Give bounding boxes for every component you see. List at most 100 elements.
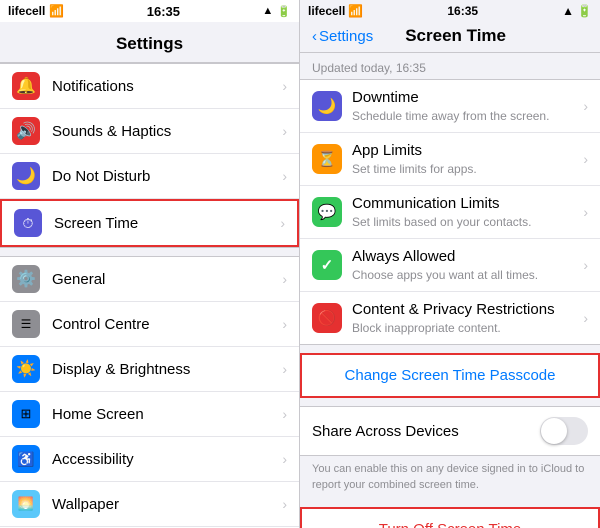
accessibility-label: Accessibility: [52, 451, 282, 468]
right-carrier-text: lifecell: [308, 4, 345, 18]
right-row-always-allowed[interactable]: ✓ Always Allowed Choose apps you want at…: [300, 239, 600, 292]
communication-limits-chevron-icon: ›: [583, 204, 588, 220]
change-passcode-label: Change Screen Time Passcode: [345, 367, 556, 384]
wallpaper-label: Wallpaper: [52, 496, 282, 513]
sidebar-item-home-screen[interactable]: ⊞ Home Screen ›: [0, 392, 299, 437]
left-settings-list: 🔔 Notifications › 🔊 Sounds & Haptics › 🌙…: [0, 63, 299, 528]
right-row-communication-limits[interactable]: 💬 Communication Limits Set limits based …: [300, 186, 600, 239]
right-row-app-limits[interactable]: ⏳ App Limits Set time limits for apps. ›: [300, 133, 600, 186]
do-not-disturb-label: Do Not Disturb: [52, 168, 282, 185]
dnd-chevron-icon: ›: [282, 168, 287, 184]
turn-off-row[interactable]: Turn Off Screen Time: [300, 507, 600, 528]
general-chevron-icon: ›: [282, 271, 287, 287]
home-screen-chevron-icon: ›: [282, 406, 287, 422]
right-row-downtime[interactable]: 🌙 Downtime Schedule time away from the s…: [300, 80, 600, 133]
right-status-bar: lifecell 📶 16:35 ▲ 🔋: [300, 0, 600, 22]
wallpaper-icon: 🌅: [12, 490, 40, 518]
left-battery-icon: 🔋: [277, 5, 291, 18]
divider-1: [300, 398, 600, 406]
left-page-title: Settings: [0, 30, 299, 58]
downtime-title: Downtime: [352, 88, 583, 108]
general-icon: ⚙️: [12, 265, 40, 293]
control-centre-label: Control Centre: [52, 316, 282, 333]
sounds-icon: 🔊: [12, 117, 40, 145]
sounds-chevron-icon: ›: [282, 123, 287, 139]
display-chevron-icon: ›: [282, 361, 287, 377]
communication-limits-text: Communication Limits Set limits based on…: [352, 194, 583, 230]
sidebar-item-display-brightness[interactable]: ☀️ Display & Brightness ›: [0, 347, 299, 392]
communication-limits-subtitle: Set limits based on your contacts.: [352, 215, 583, 231]
screen-time-chevron-icon: ›: [280, 215, 285, 231]
notifications-icon: 🔔: [12, 72, 40, 100]
sidebar-item-wallpaper[interactable]: 🌅 Wallpaper ›: [0, 482, 299, 527]
sidebar-item-control-centre[interactable]: ☰ Control Centre ›: [0, 302, 299, 347]
content-privacy-text: Content & Privacy Restrictions Block ina…: [352, 300, 583, 336]
share-toggle[interactable]: [540, 417, 588, 445]
sidebar-item-accessibility[interactable]: ♿ Accessibility ›: [0, 437, 299, 482]
control-centre-chevron-icon: ›: [282, 316, 287, 332]
right-panel: lifecell 📶 16:35 ▲ 🔋 ‹ Settings Screen T…: [300, 0, 600, 528]
left-section-1: 🔔 Notifications › 🔊 Sounds & Haptics › 🌙…: [0, 63, 299, 248]
content-privacy-title: Content & Privacy Restrictions: [352, 300, 583, 320]
app-limits-icon: ⏳: [312, 144, 342, 174]
back-chevron-icon: ‹: [312, 28, 317, 45]
app-limits-chevron-icon: ›: [583, 151, 588, 167]
always-allowed-subtitle: Choose apps you want at all times.: [352, 268, 583, 284]
left-time: 16:35: [147, 4, 180, 19]
app-limits-text: App Limits Set time limits for apps.: [352, 141, 583, 177]
always-allowed-text: Always Allowed Choose apps you want at a…: [352, 247, 583, 283]
accessibility-icon: ♿: [12, 445, 40, 473]
do-not-disturb-icon: 🌙: [12, 162, 40, 190]
app-limits-subtitle: Set time limits for apps.: [352, 162, 583, 178]
share-row: Share Across Devices: [300, 406, 600, 456]
left-status-left: lifecell 📶: [8, 4, 64, 18]
sidebar-item-do-not-disturb[interactable]: 🌙 Do Not Disturb ›: [0, 154, 299, 199]
left-status-right: ▲ 🔋: [262, 5, 291, 18]
notifications-chevron-icon: ›: [282, 78, 287, 94]
right-content: Updated today, 16:35 🌙 Downtime Schedule…: [300, 53, 600, 528]
left-wifi-icon: ▲: [262, 5, 273, 17]
content-privacy-subtitle: Block inappropriate content.: [352, 321, 583, 337]
home-screen-label: Home Screen: [52, 406, 282, 423]
back-label: Settings: [319, 28, 373, 45]
right-time: 16:35: [447, 4, 478, 18]
always-allowed-icon: ✓: [312, 250, 342, 280]
general-label: General: [52, 271, 282, 288]
screen-time-label: Screen Time: [54, 215, 280, 232]
sidebar-item-screen-time[interactable]: ⏱ Screen Time ›: [0, 199, 299, 247]
updated-label: Updated today, 16:35: [300, 53, 600, 79]
sidebar-item-notifications[interactable]: 🔔 Notifications ›: [0, 64, 299, 109]
app-limits-title: App Limits: [352, 141, 583, 161]
notifications-label: Notifications: [52, 78, 282, 95]
display-brightness-label: Display & Brightness: [52, 361, 282, 378]
right-carrier: lifecell 📶: [308, 4, 363, 18]
left-signal-icon: 📶: [49, 4, 64, 18]
home-screen-icon: ⊞: [12, 400, 40, 428]
downtime-chevron-icon: ›: [583, 98, 588, 114]
downtime-subtitle: Schedule time away from the screen.: [352, 109, 583, 125]
change-passcode-row[interactable]: Change Screen Time Passcode: [300, 353, 600, 398]
accessibility-chevron-icon: ›: [282, 451, 287, 467]
sounds-label: Sounds & Haptics: [52, 123, 282, 140]
right-wifi-icon: ▲: [562, 4, 574, 18]
right-row-content-privacy[interactable]: 🚫 Content & Privacy Restrictions Block i…: [300, 292, 600, 344]
control-centre-icon: ☰: [12, 310, 40, 338]
back-button[interactable]: ‹ Settings: [312, 28, 373, 45]
content-privacy-chevron-icon: ›: [583, 310, 588, 326]
left-carrier: lifecell: [8, 4, 45, 18]
turn-off-label: Turn Off Screen Time: [379, 521, 522, 528]
communication-limits-icon: 💬: [312, 197, 342, 227]
screen-time-icon: ⏱: [14, 209, 42, 237]
sidebar-item-sounds[interactable]: 🔊 Sounds & Haptics ›: [0, 109, 299, 154]
right-items-section: 🌙 Downtime Schedule time away from the s…: [300, 79, 600, 345]
content-privacy-icon: 🚫: [312, 303, 342, 333]
always-allowed-chevron-icon: ›: [583, 257, 588, 273]
downtime-text: Downtime Schedule time away from the scr…: [352, 88, 583, 124]
right-signal-icon: 📶: [348, 4, 363, 18]
downtime-icon: 🌙: [312, 91, 342, 121]
right-nav-header: ‹ Settings Screen Time: [300, 22, 600, 53]
left-panel: lifecell 📶 16:35 ▲ 🔋 Settings 🔔 Notifica…: [0, 0, 300, 528]
sidebar-item-general[interactable]: ⚙️ General ›: [0, 257, 299, 302]
left-section-2: ⚙️ General › ☰ Control Centre › ☀️ Displ…: [0, 256, 299, 528]
share-label: Share Across Devices: [312, 423, 540, 440]
